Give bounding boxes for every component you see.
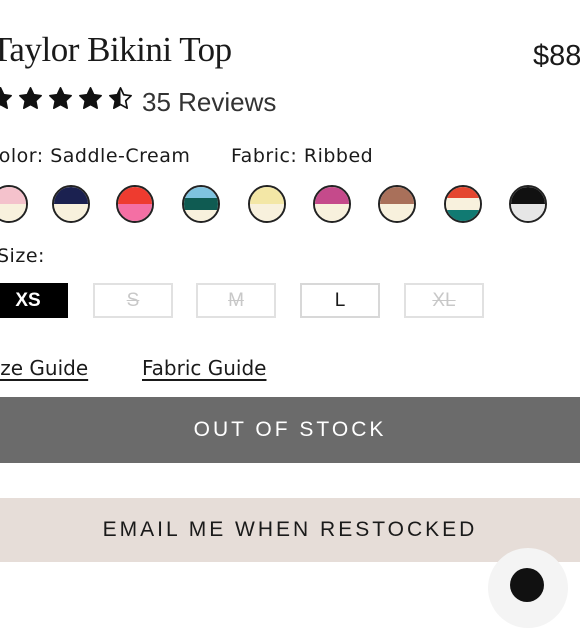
reviews-link[interactable]: 35 Reviews xyxy=(142,87,276,118)
color-label: Color: Saddle-Cream xyxy=(0,145,191,167)
swatch-black-white[interactable] xyxy=(509,185,547,223)
chat-icon xyxy=(510,568,544,602)
chat-button[interactable] xyxy=(488,548,568,628)
swatch-saddle-cream[interactable] xyxy=(378,185,416,223)
size-guide-link[interactable]: Size Guide xyxy=(0,356,88,380)
swatch-yellow-cream[interactable] xyxy=(248,185,286,223)
swatch-lightblue-green-cream[interactable] xyxy=(182,185,220,223)
star-icon xyxy=(0,87,12,110)
swatch-magenta-cream[interactable] xyxy=(313,185,351,223)
star-icon xyxy=(79,87,102,110)
size-l-button[interactable]: L xyxy=(300,283,380,318)
star-icon xyxy=(109,87,132,110)
swatch-pink-cream[interactable] xyxy=(0,185,28,223)
size-s-button[interactable]: S xyxy=(93,283,173,318)
star-icon xyxy=(19,87,42,110)
size-m-button[interactable]: M xyxy=(196,283,276,318)
out-of-stock-button[interactable]: OUT OF STOCK xyxy=(0,397,580,463)
swatch-navy-cream[interactable] xyxy=(52,185,90,223)
star-icon xyxy=(49,87,72,110)
product-title: Taylor Bikini Top xyxy=(0,30,232,69)
size-label: Size: xyxy=(0,245,45,267)
size-xl-button[interactable]: XL xyxy=(404,283,484,318)
product-price: $88 xyxy=(533,40,580,72)
rating-stars[interactable] xyxy=(0,86,133,111)
fabric-label: Fabric: Ribbed xyxy=(231,145,374,167)
fabric-guide-link[interactable]: Fabric Guide xyxy=(142,356,266,380)
swatch-red-pink[interactable] xyxy=(116,185,154,223)
swatch-red-cream-teal[interactable] xyxy=(444,185,482,223)
email-restock-button[interactable]: EMAIL ME WHEN RESTOCKED xyxy=(0,498,580,562)
size-xs-button[interactable]: XS xyxy=(0,283,68,318)
